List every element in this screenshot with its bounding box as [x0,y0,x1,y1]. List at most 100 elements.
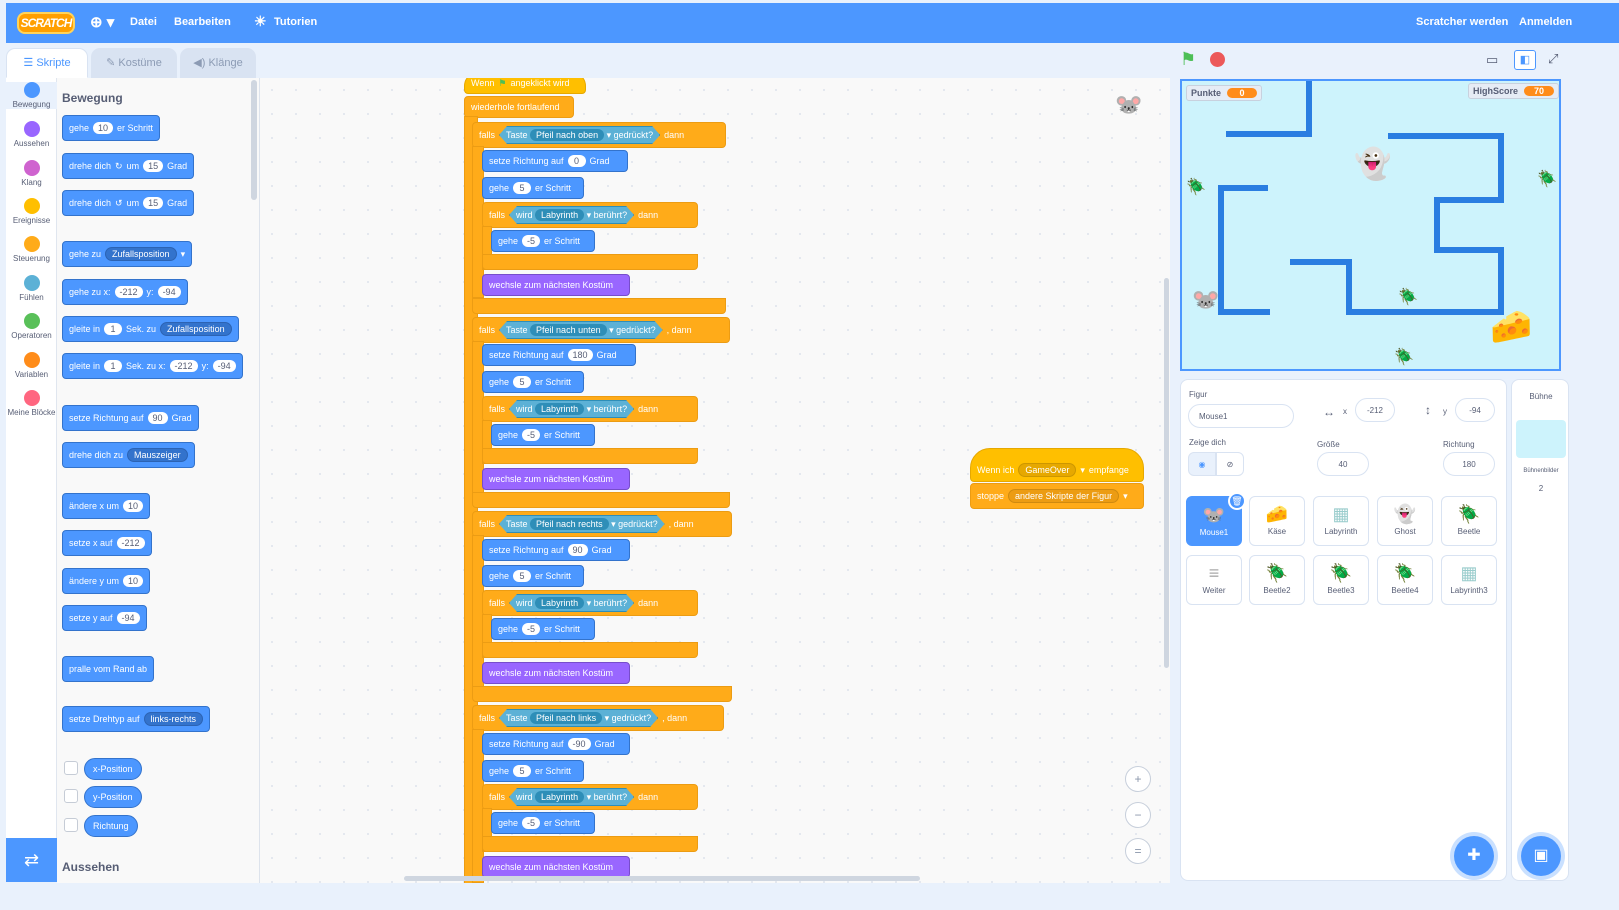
category-control[interactable]: Steuerung [6,236,57,263]
sprite-thumb-weiter[interactable]: ≡ Weiter [1186,555,1242,605]
sprite-thumb-ghost[interactable]: 👻 Ghost [1377,496,1433,546]
zoom-out-button[interactable]: − [1125,802,1151,828]
block-forever[interactable]: wiederhole fortlaufend [464,96,574,118]
block-if-right[interactable]: falls Taste Pfeil nach rechts ▾ gedrückt?… [472,511,732,537]
sprite-thumb-beetle4[interactable]: 🪲 Beetle4 [1377,555,1433,605]
block-turn-left[interactable]: drehe dich ↺ um 15 Grad [62,190,195,216]
checkbox-x-position[interactable] [64,761,78,775]
block-bounce[interactable]: pralle vom Rand ab [62,656,155,682]
block-move-back[interactable]: gehe -5 er Schritt [491,812,595,834]
block-when-flag[interactable]: Wenn ⚑ angeklickt wird [464,78,586,94]
block-next-costume[interactable]: wechsle zum nächsten Kostüm [482,856,630,878]
tab-code[interactable]: ☰ Skripte [6,48,88,78]
sign-in-link[interactable]: Anmelden [1519,16,1572,28]
block-glide-to[interactable]: gleite in 1 Sek. zu Zufallsposition [62,316,239,342]
block-next-costume[interactable]: wechsle zum nächsten Kostüm [482,468,630,490]
reporter-direction[interactable]: Richtung [84,815,138,837]
large-stage-icon[interactable]: ◧ [1514,50,1536,70]
x-input[interactable]: -212 [1355,398,1395,422]
menu-file[interactable]: Datei [130,16,157,28]
block-if-touching[interactable]: falls wird Labyrinth ▾ berührt? dann [482,784,698,810]
sprite-thumb-beetle2[interactable]: 🪲 Beetle2 [1249,555,1305,605]
checkbox-y-position[interactable] [64,789,78,803]
block-move-back[interactable]: gehe -5 er Schritt [491,424,595,446]
sprite-thumb-labyrinth[interactable]: ▦ Labyrinth [1313,496,1369,546]
sprite-thumb-labyrinth3[interactable]: ▦ Labyrinth3 [1441,555,1497,605]
tab-costumes[interactable]: ✎ Kostüme [91,48,177,78]
block-if-up[interactable]: falls Taste Pfeil nach oben ▾ gedrückt? da… [472,122,726,148]
stage-canvas[interactable]: Punkte 0 HighScore 70 👻 🪲 🪲 🪲 🪲 🐭 🧀 [1180,79,1561,371]
stop-icon[interactable] [1210,52,1225,67]
block-point-direction[interactable]: setze Richtung auf 90 Grad [62,405,199,431]
palette-scrollbar[interactable] [251,80,257,200]
workspace-vscrollbar[interactable] [1164,278,1169,668]
block-point-dir[interactable]: setze Richtung auf 180 Grad [482,344,636,366]
block-move[interactable]: gehe 5 er Schritt [482,565,584,587]
category-looks[interactable]: Aussehen [6,121,57,148]
block-when-receive[interactable]: Wenn ich GameOver ▾ empfange [970,448,1144,482]
green-flag-icon[interactable]: ⚑ [1180,49,1196,70]
reporter-x-position[interactable]: x-Position [84,758,142,780]
block-move-back[interactable]: gehe -5 er Schritt [491,618,595,640]
zoom-in-button[interactable]: + [1125,766,1151,792]
sprite-name-input[interactable]: Mouse1 [1188,404,1294,428]
block-point-dir[interactable]: setze Richtung auf 0 Grad [482,150,628,172]
block-goto-xy[interactable]: gehe zu x: -212 y: -94 [62,279,188,305]
size-input[interactable]: 40 [1317,452,1369,476]
sprite-thumb-beetle3[interactable]: 🪲 Beetle3 [1313,555,1369,605]
block-if-touching[interactable]: falls wird Labyrinth ▾ berührt? dann [482,396,698,422]
block-move[interactable]: gehe 5 er Schritt [482,371,584,393]
show-hidden-button[interactable]: ⊘ [1216,452,1244,476]
scratch-logo[interactable]: SCRATCH [17,12,75,34]
block-if-touching[interactable]: falls wird Labyrinth ▾ berührt? dann [482,590,698,616]
block-rotation-style[interactable]: setze Drehtyp auf links-rechts [62,706,211,732]
workspace-hscrollbar[interactable] [404,876,920,881]
menu-tutorials[interactable]: Tutorien [274,16,317,28]
category-events[interactable]: Ereignisse [6,198,57,225]
category-sensing[interactable]: Fühlen [6,275,57,302]
y-input[interactable]: -94 [1455,398,1495,422]
block-point-towards[interactable]: drehe dich zu Mauszeiger [62,442,195,468]
zoom-reset-button[interactable]: = [1125,838,1151,864]
small-stage-icon[interactable]: ▭ [1486,52,1498,68]
sprite-thumb-kaese[interactable]: 🧀 Käse [1249,496,1305,546]
tab-sounds[interactable]: ◀) Klänge [180,48,256,78]
block-move[interactable]: gehe 5 er Schritt [482,177,584,199]
block-change-x[interactable]: ändere x um 10 [62,493,151,519]
block-move[interactable]: gehe 5 er Schritt [482,760,584,782]
checkbox-direction[interactable] [64,818,78,832]
fullscreen-icon[interactable]: ⤢ [1548,51,1558,67]
block-stop[interactable]: stoppe andere Skripte der Figur ▾ [970,483,1144,509]
stage-thumbnail[interactable] [1516,420,1566,458]
block-point-dir[interactable]: setze Richtung auf 90 Grad [482,539,630,561]
reporter-y-position[interactable]: y-Position [84,786,142,808]
add-backdrop-button[interactable]: ▣ [1521,836,1561,876]
block-turn-right[interactable]: drehe dich ↻ um 15 Grad [62,153,195,179]
block-if-touching[interactable]: falls wird Labyrinth ▾ berührt? dann [482,202,698,228]
direction-input[interactable]: 180 [1443,452,1495,476]
join-scratch-link[interactable]: Scratcher werden [1416,16,1508,28]
category-my-blocks[interactable]: Meine Blöcke [6,390,57,417]
category-motion[interactable]: Bewegung [6,82,57,109]
block-move-steps[interactable]: gehe 10 er Schritt [62,115,161,141]
block-point-dir[interactable]: setze Richtung auf -90 Grad [482,733,630,755]
block-set-y[interactable]: setze y auf -94 [62,605,147,631]
block-set-x[interactable]: setze x auf -212 [62,530,152,556]
extension-button[interactable]: ⇄ [6,838,57,882]
sprite-thumb-beetle[interactable]: 🪲 Beetle [1441,496,1497,546]
block-change-y[interactable]: ändere y um 10 [62,568,151,594]
block-move-back[interactable]: gehe -5 er Schritt [491,230,595,252]
category-variables[interactable]: Variablen [6,352,57,379]
show-visible-button[interactable]: ◉ [1188,452,1216,476]
delete-sprite-icon[interactable]: 🗑 [1228,492,1246,510]
block-next-costume[interactable]: wechsle zum nächsten Kostüm [482,662,630,684]
block-glide-xy[interactable]: gleite in 1 Sek. zu x: -212 y: -94 [62,353,243,379]
globe-icon[interactable]: ⊕ ▾ [90,13,114,31]
menu-edit[interactable]: Bearbeiten [174,16,231,28]
category-operators[interactable]: Operatoren [6,313,57,340]
category-sound[interactable]: Klang [6,160,57,187]
add-sprite-button[interactable]: ✚ [1454,836,1494,876]
block-if-down[interactable]: falls Taste Pfeil nach unten ▾ gedrückt?,… [472,317,730,343]
block-next-costume[interactable]: wechsle zum nächsten Kostüm [482,274,630,296]
block-if-left[interactable]: falls Taste Pfeil nach links ▾ gedrückt?,… [472,705,724,731]
